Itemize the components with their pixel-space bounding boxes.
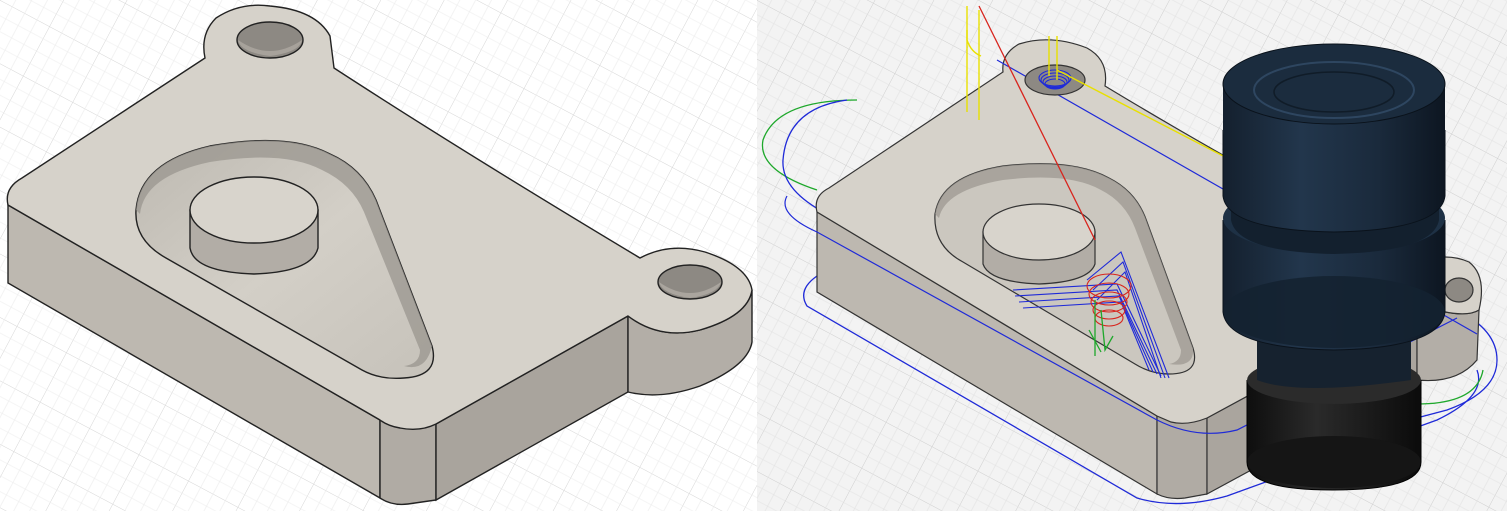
- design-viewport[interactable]: [0, 0, 757, 511]
- part-side-front-right: [1156, 415, 1208, 500]
- manufacture-viewport[interactable]: [757, 0, 1507, 511]
- simulation-canvas[interactable]: [757, 0, 1507, 511]
- design-canvas[interactable]: [0, 0, 757, 511]
- split-view-container: [0, 0, 1507, 511]
- cnc-tool-holder-icon: [1222, 43, 1446, 491]
- boss-top: [982, 203, 1096, 261]
- part-side-front-right: [379, 419, 437, 506]
- mount-hole-right: [1444, 277, 1474, 303]
- boss-top: [189, 176, 319, 244]
